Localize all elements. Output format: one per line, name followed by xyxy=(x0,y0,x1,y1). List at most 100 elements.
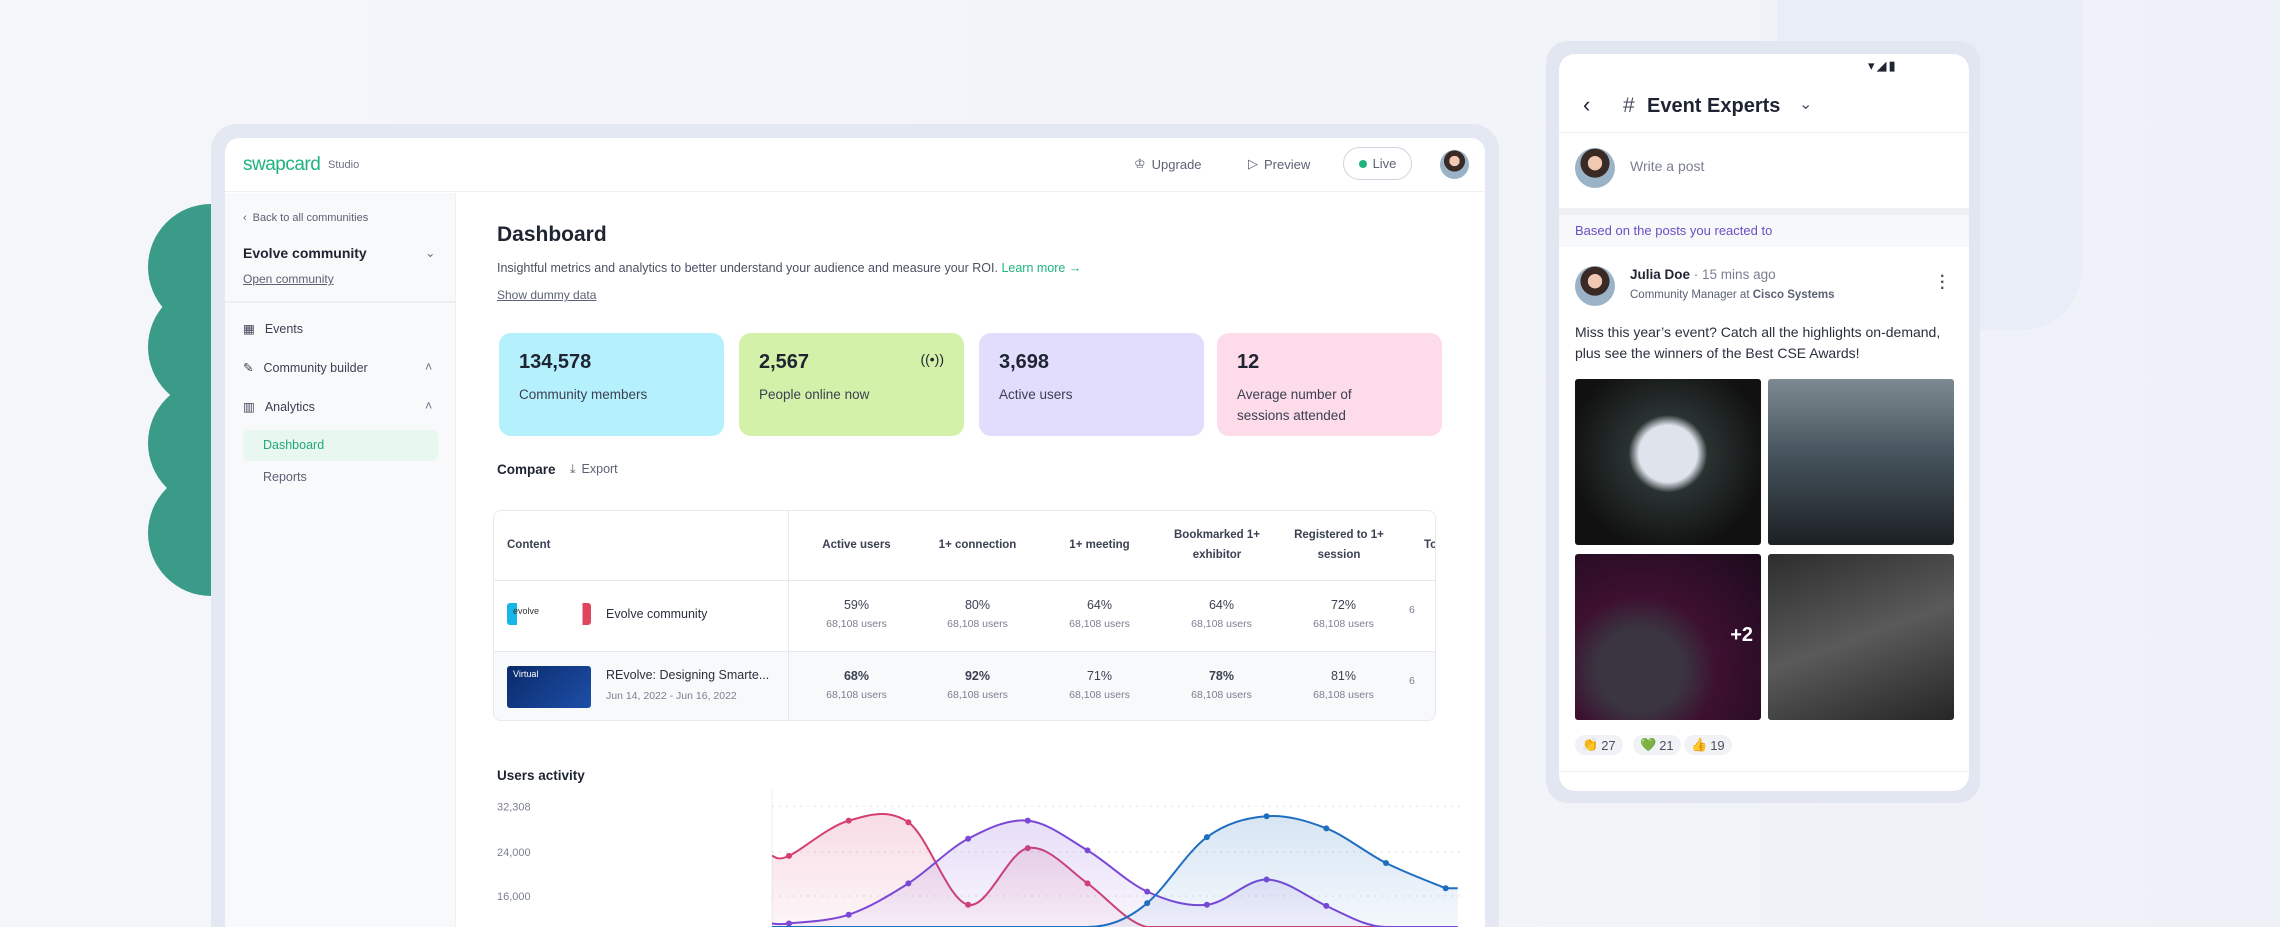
post-image[interactable]: +2 xyxy=(1575,554,1761,720)
write-post-input[interactable]: Write a post xyxy=(1630,158,1704,174)
metric-cell: 6 xyxy=(1409,675,1415,687)
data-point xyxy=(1203,834,1210,841)
content-name[interactable]: Evolve community xyxy=(606,607,707,621)
chevron-up-icon[interactable]: ˄ xyxy=(425,399,432,413)
learn-more-link[interactable]: Learn more → xyxy=(1001,261,1081,275)
metric-cell: 92% 68,108 users xyxy=(947,669,1008,701)
page-title: Dashboard xyxy=(497,223,607,246)
studio-window: swapcard Studio ♔ Upgrade ▷ Preview Live ‹… xyxy=(225,138,1485,927)
data-point xyxy=(1442,885,1449,892)
author-avatar[interactable] xyxy=(1575,266,1615,306)
open-community-link[interactable]: Open community xyxy=(243,272,334,286)
column-header[interactable]: 1+ connection xyxy=(915,535,1040,555)
sidebar-item-reports[interactable]: Reports xyxy=(263,470,307,484)
data-point xyxy=(1024,817,1031,824)
data-point xyxy=(1383,860,1389,866)
more-images-count: +2 xyxy=(1730,624,1753,646)
metric-cell: 68% 68,108 users xyxy=(826,669,887,701)
status-bar-icons: ▾◢▮ xyxy=(1868,58,1898,73)
hashtag-icon: # xyxy=(1623,94,1635,117)
mobile-community-feed: ▾◢▮ ‹ # Event Experts ⌄ Write a post Bas… xyxy=(1559,54,1969,791)
post-author-line: Julia Doe · 15 mins ago xyxy=(1630,267,1776,282)
compare-table: Content Active users 1+ connection 1+ me… xyxy=(493,510,1436,721)
data-point xyxy=(905,880,912,887)
content-thumbnail: Virtual xyxy=(507,666,591,708)
content-thumbnail: evolve xyxy=(507,603,591,625)
sidebar-item-analytics[interactable]: ▥ Analytics xyxy=(243,399,315,415)
sidebar-item-events[interactable]: ▦ Events xyxy=(243,321,303,337)
chevron-up-icon[interactable]: ˄ xyxy=(425,360,432,374)
author-role: Community Manager at Cisco Systems xyxy=(1630,289,1835,301)
data-point xyxy=(905,819,912,826)
stat-card-community-members: 134,578 Community members xyxy=(499,333,724,436)
logo-suffix: Studio xyxy=(328,159,360,171)
post-image[interactable] xyxy=(1768,554,1954,720)
data-point xyxy=(845,817,852,824)
export-button[interactable]: ⤓ Export xyxy=(570,462,618,477)
divider xyxy=(225,301,456,303)
swapcard-logo[interactable]: swapcard xyxy=(243,154,321,176)
more-options-icon[interactable]: · · · xyxy=(1940,269,1945,297)
post-image[interactable] xyxy=(1768,379,1954,545)
y-tick-label: 16,000 xyxy=(497,891,531,903)
column-header[interactable]: Bookmarked 1+ exhibitor xyxy=(1172,525,1262,565)
users-activity-heading: Users activity xyxy=(497,768,585,783)
reaction-thumbs-up[interactable]: 👍 19 xyxy=(1684,735,1732,755)
table-row[interactable]: Virtual REvolve: Designing Smarte... Jun 1… xyxy=(494,652,1435,720)
top-bar: swapcard Studio ♔ Upgrade ▷ Preview Live xyxy=(225,138,1485,192)
column-header[interactable]: Tot xyxy=(1424,535,1435,555)
chevron-down-icon[interactable]: ⌄ xyxy=(1799,94,1812,114)
chevron-down-icon[interactable]: ⌄ xyxy=(425,245,435,260)
upgrade-button[interactable]: ♔ Upgrade xyxy=(1134,156,1202,172)
crown-icon: ♔ xyxy=(1134,156,1146,171)
data-point xyxy=(786,920,792,927)
reaction-heart[interactable]: 💚 21 xyxy=(1633,735,1681,755)
stat-card-average-sessions: 12 Average number of sessions attended xyxy=(1217,333,1442,436)
metric-cell: 80% 68,108 users xyxy=(947,598,1008,630)
column-header[interactable]: 1+ meeting xyxy=(1037,535,1162,555)
metric-cell: 81% 68,108 users xyxy=(1313,669,1374,701)
live-button[interactable]: Live xyxy=(1343,147,1412,180)
data-point xyxy=(1144,900,1151,907)
feed-reason-label: Based on the posts you reacted to xyxy=(1559,215,1969,247)
y-tick-label: 24,000 xyxy=(497,847,531,859)
tools-icon: ✎ xyxy=(243,361,254,375)
arrow-right-icon: → xyxy=(1068,261,1082,275)
column-header[interactable]: Registered to 1+ session xyxy=(1294,525,1384,565)
chart-icon: ▥ xyxy=(243,400,255,414)
table-row[interactable]: evolve Evolve community 59% 68,108 users 80%… xyxy=(494,581,1435,651)
preview-button[interactable]: ▷ Preview xyxy=(1248,156,1310,172)
live-dot-icon xyxy=(1358,159,1367,168)
broadcast-icon: ((•)) xyxy=(920,351,944,367)
metric-cell: 59% 68,108 users xyxy=(826,598,887,630)
user-avatar xyxy=(1575,148,1615,188)
compare-heading: Compare xyxy=(497,462,556,477)
community-selector[interactable]: Evolve community xyxy=(243,245,367,261)
page-description: Insightful metrics and analytics to bett… xyxy=(497,261,1082,275)
play-icon: ▷ xyxy=(1248,156,1258,171)
channel-title[interactable]: Event Experts xyxy=(1647,95,1780,118)
sidebar-item-community-builder[interactable]: ✎ Community builder xyxy=(243,360,368,376)
content-name[interactable]: REvolve: Designing Smarte... xyxy=(606,668,769,682)
back-arrow-icon[interactable]: ‹ xyxy=(1583,92,1590,118)
stat-card-active-users: 3,698 Active users xyxy=(979,333,1204,436)
data-point xyxy=(1144,888,1151,895)
stat-card-people-online: 2,567 People online now ((•)) xyxy=(739,333,964,436)
author-name[interactable]: Julia Doe xyxy=(1630,267,1690,282)
reaction-clap[interactable]: 👏 27 xyxy=(1575,735,1623,755)
metric-cell: 6 xyxy=(1409,604,1415,616)
column-header[interactable]: Active users xyxy=(794,535,919,555)
show-dummy-data-link[interactable]: Show dummy data xyxy=(497,288,596,302)
user-avatar[interactable] xyxy=(1440,150,1469,179)
metric-cell: 64% 68,108 users xyxy=(1191,598,1252,630)
users-activity-chart: 32,30824,00016,000Evolve communityEvolve… xyxy=(456,790,1485,927)
calendar-icon: ▦ xyxy=(243,322,255,336)
post-body: Miss this year’s event? Catch all the hi… xyxy=(1575,324,1941,361)
metric-cell: 72% 68,108 users xyxy=(1313,598,1374,630)
back-link[interactable]: ‹ Back to all communities xyxy=(243,212,368,224)
data-point xyxy=(1084,847,1091,854)
sidebar-item-dashboard[interactable]: Dashboard xyxy=(243,430,438,461)
post-image[interactable] xyxy=(1575,379,1761,545)
main-content: Dashboard Insightful metrics and analyti… xyxy=(456,193,1485,927)
data-point xyxy=(1323,825,1330,832)
